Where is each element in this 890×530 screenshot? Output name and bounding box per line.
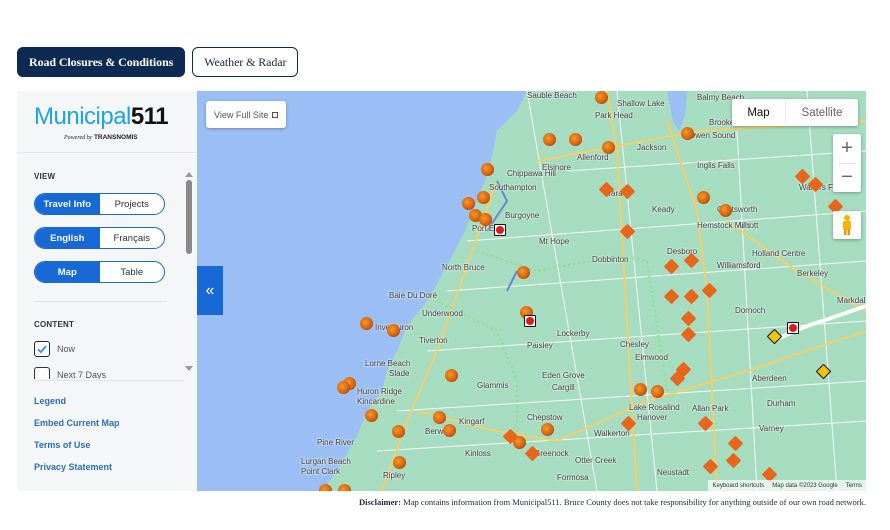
scroll-up-icon[interactable] (185, 172, 193, 177)
scrollbar-thumb[interactable] (186, 180, 192, 254)
toggle-table[interactable]: Table (100, 262, 165, 282)
construction-marker-icon[interactable] (338, 484, 351, 491)
construction-marker-icon[interactable] (477, 191, 490, 204)
construction-marker-icon[interactable] (681, 127, 694, 140)
construction-marker-icon[interactable] (541, 423, 554, 436)
construction-marker-icon[interactable] (719, 204, 732, 217)
construction-marker-icon[interactable] (393, 456, 406, 469)
content-next-7-days[interactable]: Next 7 Days (34, 367, 106, 379)
toggle-francais[interactable]: Français (100, 228, 165, 248)
toggle-projects[interactable]: Projects (100, 194, 165, 214)
terms-link[interactable]: Terms of Use (34, 440, 90, 450)
zoom-control: + − (833, 134, 861, 192)
construction-marker-icon[interactable] (360, 317, 373, 330)
construction-marker-icon[interactable] (569, 133, 582, 146)
road-closed-icon[interactable] (494, 224, 506, 236)
language-toggle: English Français (34, 227, 165, 249)
next-7-days-label: Next 7 Days (57, 370, 107, 379)
divider (34, 380, 184, 381)
toggle-english[interactable]: English (35, 228, 100, 248)
sidebar: Municipal511 Powered by TRANSNOMIS VIEW … (17, 91, 197, 491)
embed-map-link[interactable]: Embed Current Map (34, 418, 120, 428)
road-closed-icon[interactable] (787, 322, 799, 334)
construction-marker-icon[interactable] (365, 409, 378, 422)
construction-marker-icon[interactable] (392, 425, 405, 438)
disclaimer-text: Map contains information from Municipal5… (403, 497, 866, 507)
owen-sound-bay (667, 91, 687, 131)
content-now[interactable]: Now (34, 341, 75, 357)
road-closed-icon[interactable] (524, 315, 536, 327)
zoom-out-button[interactable]: − (833, 163, 861, 192)
construction-marker-icon[interactable] (462, 197, 475, 210)
logo-number: 511 (130, 103, 169, 130)
construction-marker-icon[interactable] (443, 424, 456, 437)
travel-projects-toggle: Travel Info Projects (34, 193, 165, 215)
municipal511-logo: Municipal511 Powered by TRANSNOMIS (17, 91, 197, 153)
collapse-sidebar-button[interactable]: « (197, 266, 223, 315)
check-icon (37, 345, 47, 354)
construction-marker-icon[interactable] (697, 191, 710, 204)
scroll-down-icon[interactable] (185, 366, 193, 371)
map-attribution: Keyboard shortcuts Map data ©2023 Google… (708, 480, 866, 491)
tab-weather-radar[interactable]: Weather & Radar (192, 47, 299, 77)
divider (34, 301, 167, 302)
sidebar-scrollbar[interactable] (184, 154, 194, 379)
external-link-icon (272, 111, 279, 118)
construction-marker-icon[interactable] (481, 163, 494, 176)
zoom-in-button[interactable]: + (833, 134, 861, 163)
now-label: Now (57, 344, 76, 354)
double-chevron-left-icon: « (205, 281, 215, 299)
next-7-days-checkbox[interactable] (34, 367, 50, 379)
view-full-site-button[interactable]: View Full Site (206, 101, 287, 128)
map-table-toggle: Map Table (34, 261, 165, 283)
construction-marker-icon[interactable] (517, 266, 530, 279)
construction-marker-icon[interactable] (319, 484, 332, 491)
keyboard-shortcuts-link[interactable]: Keyboard shortcuts (712, 483, 764, 489)
tab-road-closures[interactable]: Road Closures & Conditions (17, 47, 186, 77)
map-terms-link[interactable]: Terms (846, 483, 862, 489)
construction-marker-icon[interactable] (543, 133, 556, 146)
map-base (197, 91, 866, 491)
legend-link[interactable]: Legend (34, 396, 66, 406)
privacy-link[interactable]: Privacy Statement (34, 462, 112, 472)
map-widget: Municipal511 Powered by TRANSNOMIS VIEW … (17, 91, 866, 491)
pegman-icon (843, 215, 851, 235)
construction-marker-icon[interactable] (602, 141, 615, 154)
map-canvas[interactable]: Sauble Beach Shallow Lake Balmy Beach Park … (197, 91, 866, 491)
street-view-pegman[interactable] (833, 211, 861, 239)
construction-marker-icon[interactable] (595, 91, 608, 104)
map-data-credit: Map data ©2023 Google (772, 482, 838, 489)
map-type-satellite[interactable]: Satellite (786, 99, 858, 126)
construction-marker-icon[interactable] (445, 369, 458, 382)
construction-marker-icon[interactable] (433, 411, 446, 424)
construction-marker-icon[interactable] (479, 213, 492, 226)
map-type-control: Map Satellite (732, 99, 858, 126)
toggle-travel-info[interactable]: Travel Info (35, 194, 100, 214)
construction-marker-icon[interactable] (387, 324, 400, 337)
construction-marker-icon[interactable] (337, 381, 350, 394)
logo-main: Municipal (34, 103, 131, 130)
map-type-map[interactable]: Map (732, 99, 786, 126)
sidebar-options: VIEW Travel Info Projects English França… (17, 154, 197, 379)
disclaimer-label: Disclaimer: (359, 497, 402, 507)
view-label: VIEW (34, 172, 56, 181)
lake-huron (197, 91, 527, 491)
top-tabs: Road Closures & Conditions Weather & Rad… (17, 47, 299, 77)
content-label: CONTENT (34, 320, 75, 329)
disclaimer: Disclaimer: Map contains information fro… (17, 497, 866, 507)
toggle-map[interactable]: Map (35, 262, 100, 282)
construction-marker-icon[interactable] (634, 383, 647, 396)
construction-marker-icon[interactable] (651, 385, 664, 398)
powered-by: Powered by TRANSNOMIS (64, 134, 138, 141)
now-checkbox[interactable] (34, 341, 50, 357)
